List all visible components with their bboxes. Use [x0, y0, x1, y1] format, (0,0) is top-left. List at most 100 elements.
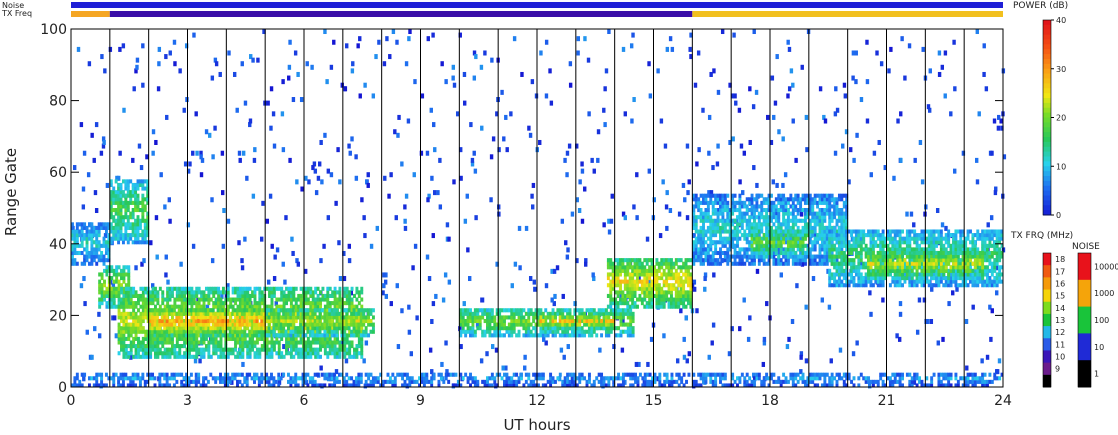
txfreq-segment: [109, 11, 693, 17]
echo-cell: [141, 293, 145, 298]
echo-cell: [282, 290, 286, 295]
echo-cell: [668, 36, 673, 42]
echo-cell: [472, 75, 477, 81]
echo-cell: [287, 75, 291, 81]
echo-cell: [343, 86, 348, 92]
echo-cell: [270, 351, 274, 356]
echo-cell: [462, 301, 466, 307]
echo-cell: [134, 304, 138, 309]
echo-cell: [340, 82, 344, 88]
echo-cell: [316, 322, 320, 327]
echo-cell: [462, 71, 467, 77]
echo-cell: [199, 154, 203, 160]
echo-cell: [122, 107, 126, 113]
echo-cell: [240, 258, 244, 264]
echo-cell: [161, 344, 165, 349]
echo-cell: [665, 279, 669, 284]
echo-cell: [745, 204, 749, 209]
echo-cell: [272, 315, 276, 320]
echo-cell: [400, 161, 404, 167]
echo-cell: [483, 333, 487, 338]
echo-cell: [237, 240, 241, 246]
echo-cell: [849, 147, 853, 153]
echo-cell: [318, 318, 322, 324]
echo-cell: [660, 276, 664, 281]
echo-cell: [997, 114, 1001, 120]
echo-cell: [311, 293, 315, 298]
echo-cell: [465, 193, 469, 199]
echo-cell: [975, 179, 980, 185]
echo-cell: [541, 311, 545, 316]
echo-cell: [561, 311, 565, 316]
echo-cell: [221, 286, 225, 291]
echo-cell: [781, 182, 785, 188]
echo-cell: [629, 322, 633, 327]
echo-cell: [707, 150, 711, 156]
echo-cell: [343, 354, 347, 359]
echo-cell: [221, 351, 225, 356]
echo-cell: [198, 358, 202, 364]
echo-cell: [154, 286, 157, 291]
echo-cell: [345, 311, 349, 316]
echo-cell: [163, 204, 167, 210]
echo-cell: [619, 333, 623, 338]
echo-cell: [141, 215, 145, 220]
echo-cell: [743, 229, 747, 234]
echo-cell: [985, 354, 990, 360]
echo-cell: [975, 29, 979, 35]
echo-cell: [97, 233, 101, 238]
echo-cell: [606, 276, 610, 281]
echo-cell: [149, 240, 153, 246]
echo-cell: [149, 351, 153, 356]
echo-cell: [584, 261, 588, 267]
echo-cell: [630, 118, 634, 124]
echo-cell: [265, 336, 269, 341]
echo-cell: [732, 32, 736, 38]
echo-cell: [869, 172, 873, 178]
echo-cell: [251, 347, 255, 352]
echo-cell: [274, 322, 278, 327]
echo-cell: [631, 333, 635, 338]
echo-cell: [786, 258, 790, 263]
echo-cell: [404, 193, 409, 199]
echo-cell: [682, 283, 686, 288]
echo-cell: [512, 36, 517, 42]
echo-cell: [471, 322, 475, 327]
echo-cell: [719, 261, 722, 266]
echo-cell: [738, 229, 742, 234]
echo-cell: [253, 297, 257, 302]
echo-cell: [197, 286, 201, 291]
echo-cell: [623, 111, 627, 117]
echo-cell: [85, 247, 89, 252]
echo-cell: [129, 197, 133, 202]
echo-cell: [949, 111, 953, 117]
echo-cell: [565, 254, 570, 260]
echo-cell: [943, 50, 948, 56]
echo-cell: [210, 75, 215, 81]
echo-cell: [294, 336, 298, 341]
echo-cell: [548, 68, 552, 74]
echo-cell: [350, 329, 354, 334]
echo-cell: [296, 315, 300, 320]
echo-cell: [160, 318, 164, 324]
echo-cell: [357, 301, 361, 306]
echo-cell: [149, 354, 153, 359]
echo-cell: [794, 157, 798, 163]
echo-cell: [777, 218, 781, 223]
echo-cell: [360, 286, 364, 291]
echo-cell: [568, 308, 572, 313]
echo-cell: [626, 268, 630, 273]
echo-cell: [137, 308, 140, 313]
echo-cell: [527, 125, 531, 131]
echo-cell: [323, 329, 327, 334]
echo-cell: [712, 68, 716, 74]
echo-cell: [434, 293, 438, 299]
echo-cell: [352, 333, 356, 338]
echo-cell: [241, 354, 245, 359]
echo-cell: [272, 293, 276, 298]
echo-cell: [94, 208, 99, 214]
echo-cell: [553, 293, 557, 299]
echo-cell: [311, 329, 315, 334]
echo-cell: [319, 354, 322, 359]
echo-cell: [281, 79, 285, 85]
